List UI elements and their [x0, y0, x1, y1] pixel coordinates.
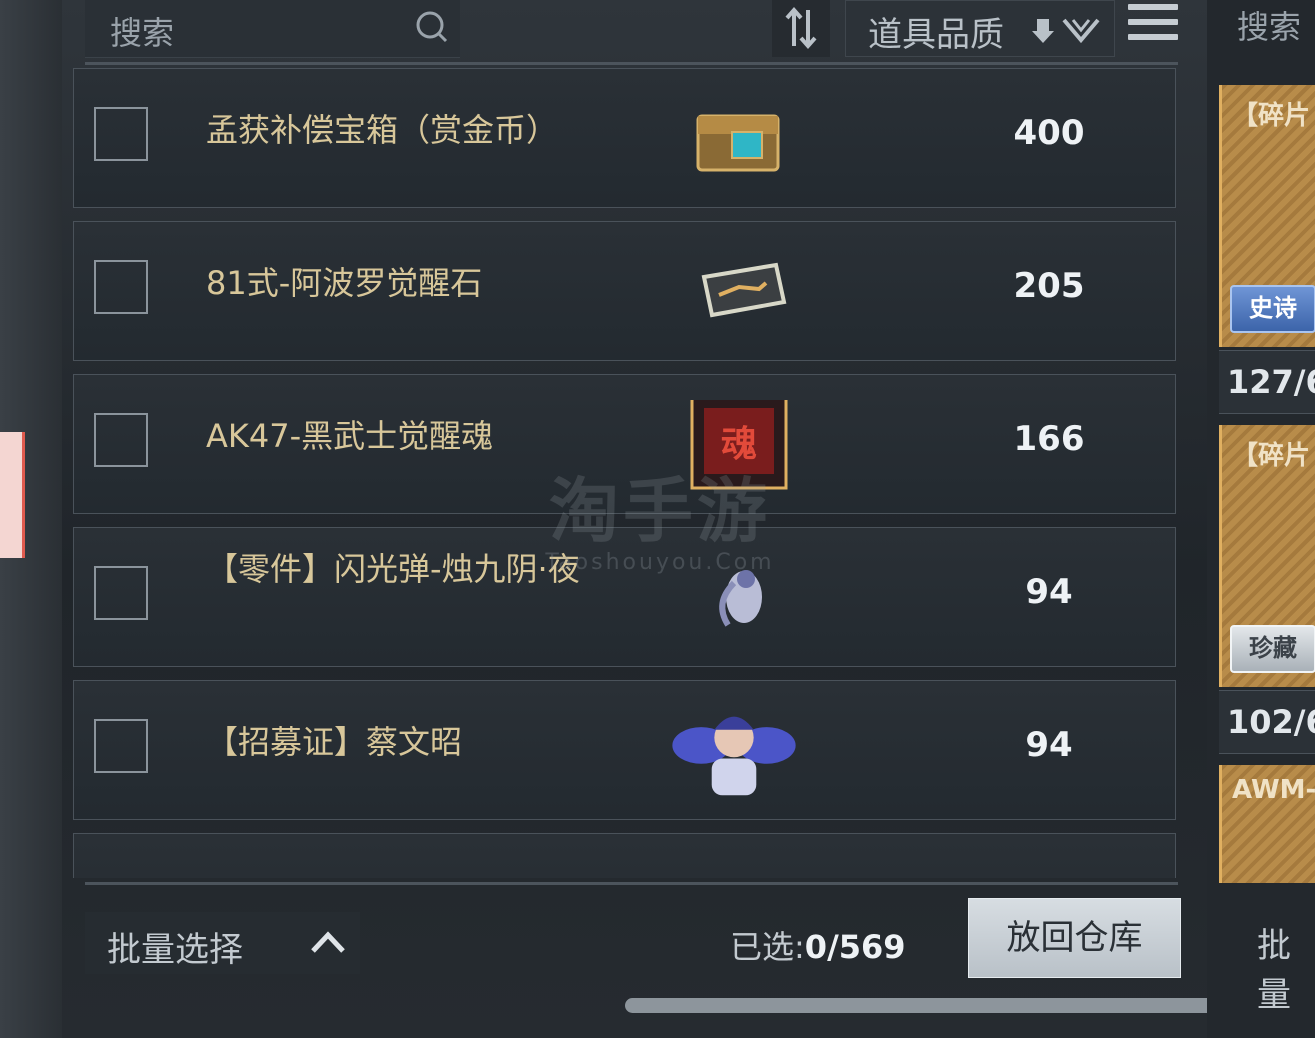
- item-value: 400: [1013, 113, 1085, 153]
- arrow-down-icon: [1032, 19, 1054, 43]
- list-item[interactable]: 【招募证】蔡文昭 94: [73, 680, 1176, 820]
- card-title: 【碎片: [1232, 101, 1311, 131]
- svg-text:魂: 魂: [721, 424, 757, 465]
- sort-button[interactable]: [772, 0, 830, 57]
- right-search-label[interactable]: 搜索: [1237, 2, 1301, 48]
- weapon-card[interactable]: AWM-: [1219, 765, 1315, 883]
- collectible-badge: 珍藏: [1230, 625, 1315, 673]
- sort-arrows-icon: [785, 6, 817, 50]
- chevron-up-icon: [311, 931, 345, 953]
- item-value: 94: [1025, 572, 1073, 612]
- selected-value: 0/569: [804, 928, 906, 966]
- quality-filter-label: 道具品质: [868, 15, 1004, 55]
- item-name: 孟获补偿宝箱（赏金币）: [206, 111, 559, 149]
- list-item[interactable]: 81式-阿波罗觉醒石 205: [73, 221, 1176, 361]
- card-title: 【碎片: [1232, 441, 1311, 471]
- character-portrait-icon: [672, 716, 796, 796]
- right-panel: 搜索 【碎片 史诗 127/60 【碎片 珍藏 102/60 AWM- 批量: [1207, 0, 1315, 1038]
- batch-select-toggle[interactable]: 批量选择: [85, 912, 360, 974]
- list-item[interactable]: 【零件】闪光弹-烛九阴·夜 94: [73, 527, 1176, 667]
- right-batch-label[interactable]: 批量: [1257, 918, 1315, 1016]
- item-checkbox[interactable]: [94, 260, 148, 314]
- dragon-figure-icon: [719, 570, 762, 627]
- item-name: 【零件】闪光弹-烛九阴·夜: [206, 550, 580, 588]
- divider: [85, 882, 1178, 885]
- search-label: 搜索: [110, 14, 175, 52]
- soul-emblem-icon: 魂: [690, 400, 788, 490]
- list-item[interactable]: AK47-黑武士觉醒魂 魂 166: [73, 374, 1176, 514]
- side-tab[interactable]: [0, 432, 25, 558]
- item-name: 81式-阿波罗觉醒石: [206, 264, 483, 302]
- item-list[interactable]: 孟获补偿宝箱（赏金币） 400 81式-阿波罗觉醒石 205 AK47-黑武士觉…: [73, 68, 1178, 878]
- card-count-value: 127/60: [1227, 363, 1315, 401]
- item-value: 94: [1025, 725, 1073, 765]
- card-count-value: 102/60: [1227, 703, 1315, 741]
- item-value: 166: [1013, 419, 1085, 459]
- menu-icon[interactable]: [1128, 4, 1178, 50]
- epic-badge: 史诗: [1230, 285, 1315, 333]
- item-value: 205: [1013, 266, 1085, 306]
- item-checkbox[interactable]: [94, 566, 148, 620]
- item-name: AK47-黑武士觉醒魂: [206, 417, 494, 455]
- list-item[interactable]: [73, 833, 1176, 878]
- item-checkbox[interactable]: [94, 107, 148, 161]
- card-title: AWM-: [1232, 775, 1315, 805]
- return-to-warehouse-button[interactable]: 放回仓库: [968, 898, 1181, 978]
- item-checkbox[interactable]: [94, 719, 148, 773]
- item-name: 【招募证】蔡文昭: [206, 723, 463, 761]
- batch-select-label: 批量选择: [107, 930, 243, 970]
- search-input[interactable]: 搜索: [85, 0, 460, 58]
- selected-label: 已选:: [730, 928, 805, 966]
- fragment-card[interactable]: 【碎片 珍藏: [1219, 425, 1315, 687]
- chevron-down-icon: [1062, 18, 1100, 44]
- treasure-chest-icon: [696, 114, 780, 172]
- item-checkbox[interactable]: [94, 413, 148, 467]
- card-count: 102/60: [1219, 690, 1315, 754]
- fragment-card[interactable]: 【碎片 史诗: [1219, 85, 1315, 347]
- card-count: 127/60: [1219, 350, 1315, 414]
- awakening-stone-icon: [701, 262, 787, 318]
- divider: [85, 62, 1178, 65]
- horizontal-scrollbar[interactable]: [625, 998, 1280, 1013]
- search-icon[interactable]: [415, 10, 449, 44]
- selected-count: 已选:0/569: [730, 922, 906, 968]
- quality-filter-select[interactable]: 道具品质: [845, 0, 1115, 57]
- list-item[interactable]: 孟获补偿宝箱（赏金币） 400: [73, 68, 1176, 208]
